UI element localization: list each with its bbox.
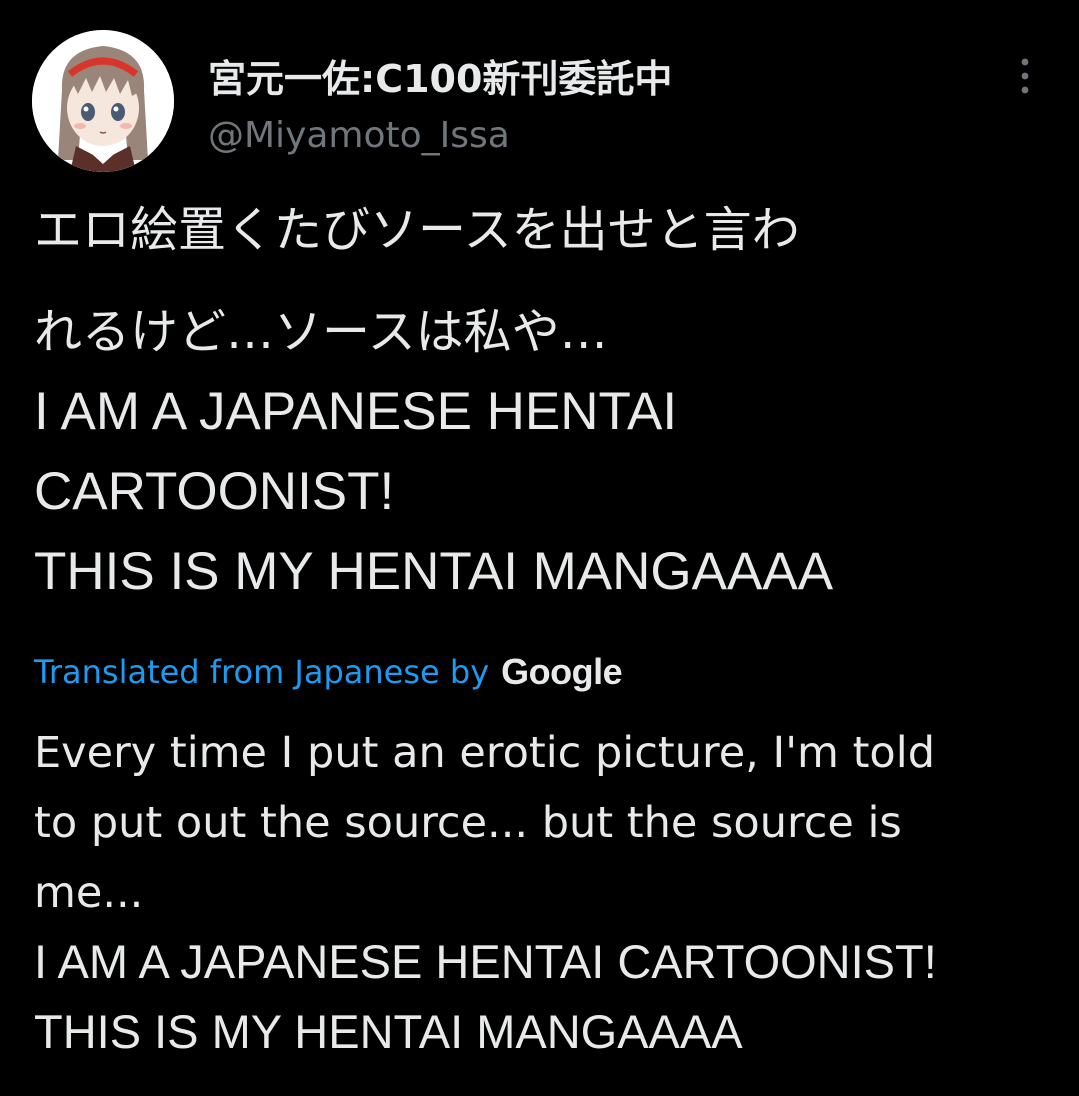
translation-line: THIS IS MY HENTAI MANGAAAA xyxy=(34,1005,743,1058)
original-line: れるけど…ソースは私や… xyxy=(34,304,608,360)
google-logo: Google xyxy=(501,651,623,692)
original-line: エロ絵置くたびソースを出せと言わ xyxy=(34,202,800,258)
translation-attribution: Translated from Japanese by Google xyxy=(34,648,623,696)
anime-girl-avatar-icon xyxy=(32,30,174,172)
translation-line: Every time I put an erotic picture, I'm … xyxy=(34,728,935,778)
original-line: CARTOONIST! xyxy=(34,462,395,521)
avatar[interactable] xyxy=(32,30,174,172)
translation-line: to put out the source... but the source … xyxy=(34,798,902,848)
translation-line: me... xyxy=(34,868,144,918)
tweet: 宮元一佐:C100新刊委託中 @Miyamoto_Issa エロ絵置くたびソース… xyxy=(0,0,1079,1096)
author-handle[interactable]: @Miyamoto_Issa xyxy=(208,115,510,156)
more-vertical-icon xyxy=(1021,58,1029,94)
more-options-button[interactable] xyxy=(1005,54,1045,98)
translation-line: I AM A JAPANESE HENTAI CARTOONIST! xyxy=(34,935,937,988)
translated-from-link[interactable]: Translated from Japanese by xyxy=(34,653,489,691)
original-line: I AM A JAPANESE HENTAI xyxy=(34,382,678,441)
original-line: THIS IS MY HENTAI MANGAAAA xyxy=(34,542,834,601)
author-display-name[interactable]: 宮元一佐:C100新刊委託中 xyxy=(208,48,672,103)
